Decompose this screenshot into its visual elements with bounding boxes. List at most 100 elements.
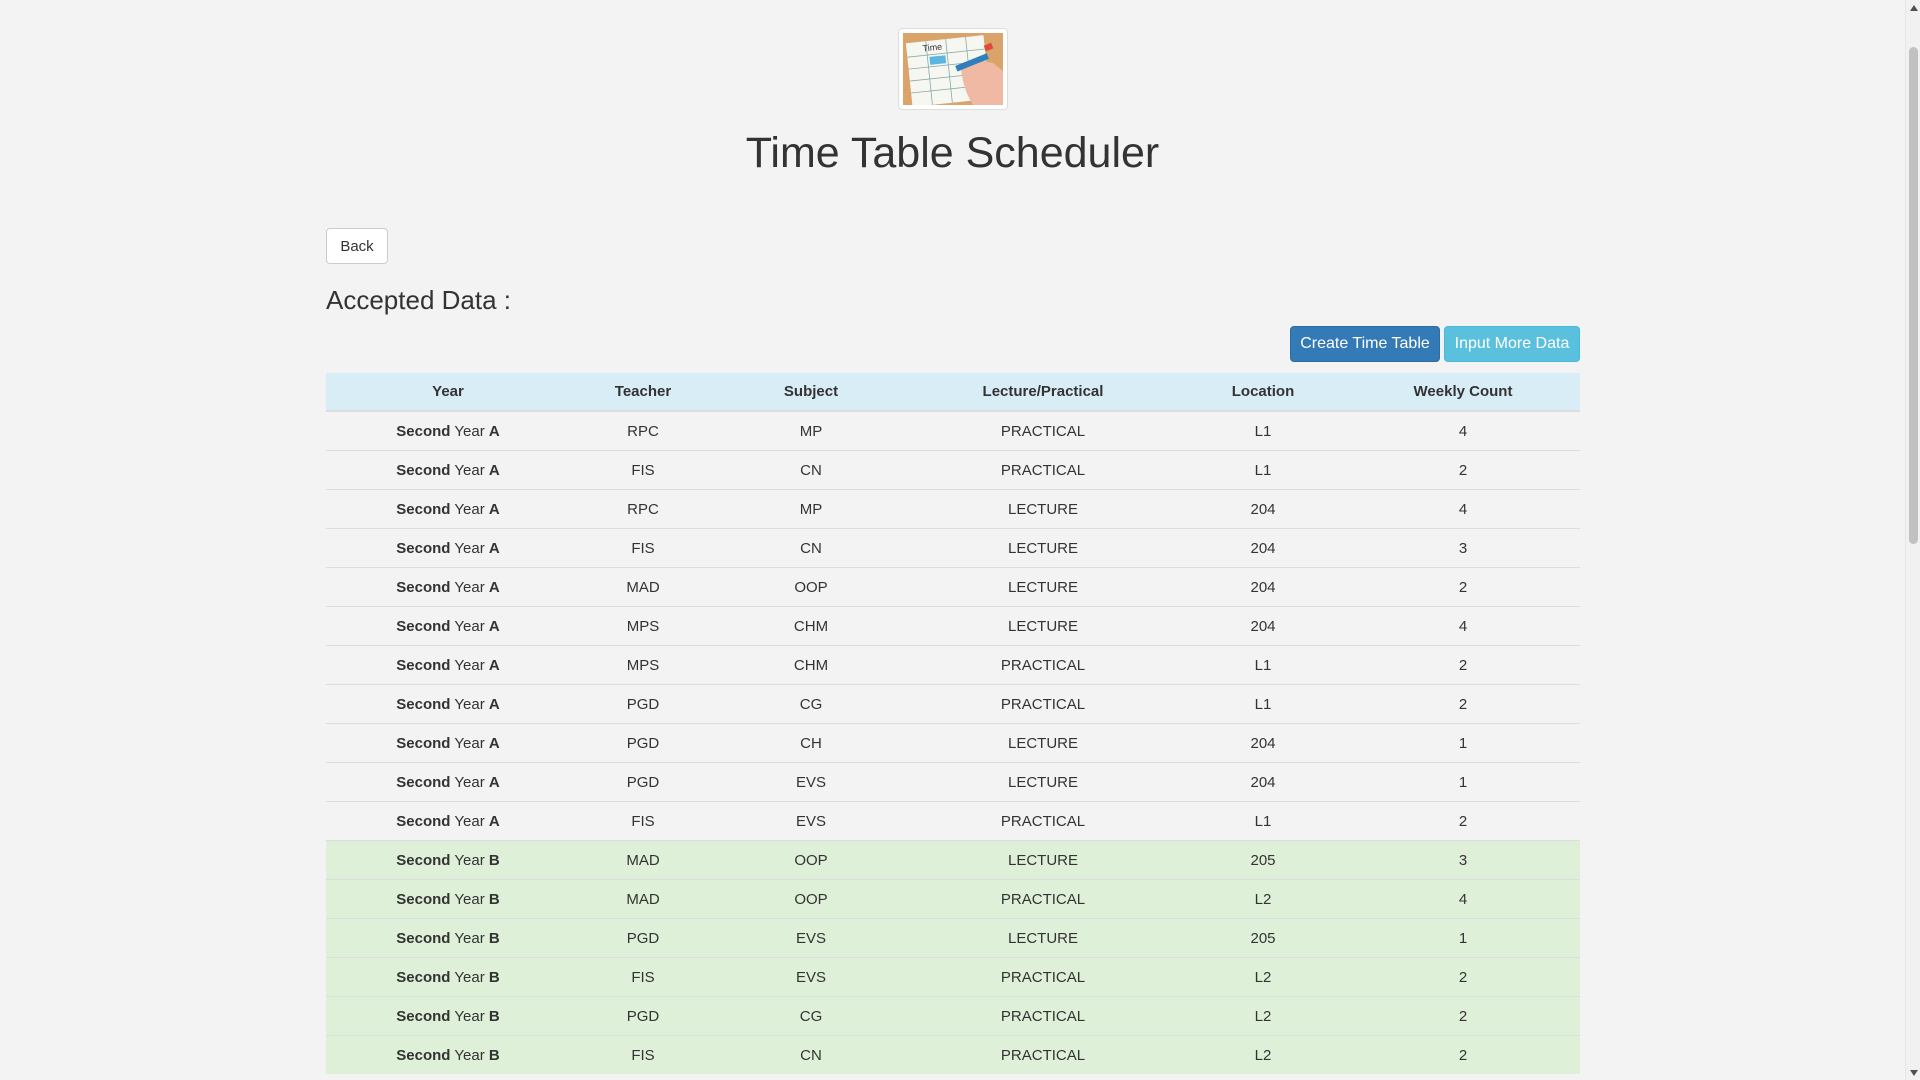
cell-lecture-practical: LECTURE — [906, 840, 1180, 880]
cell-location: 204 — [1180, 528, 1346, 568]
cell-weekly-count: 2 — [1346, 645, 1580, 685]
cell-teacher: MAD — [570, 567, 716, 607]
table-row: Second Year B FIS CN PRACTICAL L2 2 — [326, 1035, 1580, 1074]
cell-teacher: PGD — [570, 918, 716, 958]
year-prefix: Second — [396, 890, 451, 908]
cell-location: 205 — [1180, 918, 1346, 958]
page-title: Time Table Scheduler — [745, 129, 1160, 177]
cell-subject: CHM — [716, 606, 906, 646]
table-row: Second Year A RPC MP LECTURE 204 4 — [326, 489, 1580, 529]
cell-teacher: PGD — [570, 723, 716, 763]
input-more-data-button[interactable]: Input More Data — [1444, 326, 1580, 362]
cell-lecture-practical: LECTURE — [906, 567, 1180, 607]
cell-lecture-practical: LECTURE — [906, 762, 1180, 802]
year-word: Year — [454, 539, 485, 557]
table-row: Second Year A FIS CN PRACTICAL L1 2 — [326, 450, 1580, 490]
year-word: Year — [454, 656, 485, 674]
cell-subject: CG — [716, 684, 906, 724]
year-prefix: Second — [396, 773, 451, 791]
cell-lecture-practical: PRACTICAL — [906, 645, 1180, 685]
cell-location: 204 — [1180, 489, 1346, 529]
cell-year: Second Year A — [326, 528, 570, 568]
cell-teacher: FIS — [570, 801, 716, 841]
back-button[interactable]: Back — [326, 228, 388, 264]
section-title: Accepted Data : — [326, 285, 511, 315]
cell-year: Second Year A — [326, 762, 570, 802]
cell-weekly-count: 3 — [1346, 528, 1580, 568]
year-word: Year — [454, 890, 485, 908]
year-division: A — [488, 617, 500, 635]
year-prefix: Second — [396, 929, 451, 947]
year-division: B — [488, 851, 500, 869]
year-prefix: Second — [396, 812, 451, 830]
year-division: B — [488, 968, 500, 986]
cell-year: Second Year A — [326, 410, 570, 451]
year-division: B — [488, 1046, 500, 1064]
cell-year: Second Year B — [326, 840, 570, 880]
cell-lecture-practical: PRACTICAL — [906, 801, 1180, 841]
scrollbar-thumb[interactable] — [1909, 47, 1918, 544]
vertical-scrollbar[interactable] — [1905, 0, 1920, 1080]
cell-teacher: MAD — [570, 840, 716, 880]
cell-subject: CN — [716, 528, 906, 568]
table-row: Second Year A PGD EVS LECTURE 204 1 — [326, 762, 1580, 802]
cell-year: Second Year B — [326, 918, 570, 958]
cell-lecture-practical: LECTURE — [906, 918, 1180, 958]
table-row: Second Year A MPS CHM LECTURE 204 4 — [326, 606, 1580, 646]
table-row: Second Year A MPS CHM PRACTICAL L1 2 — [326, 645, 1580, 685]
year-prefix: Second — [396, 539, 451, 557]
year-word: Year — [454, 851, 485, 869]
table-row: Second Year A RPC MP PRACTICAL L1 4 — [326, 410, 1580, 451]
cell-weekly-count: 1 — [1346, 762, 1580, 802]
cell-teacher: FIS — [570, 528, 716, 568]
column-header-weekly-count: Weekly Count — [1346, 373, 1580, 412]
scroll-up-arrow-icon[interactable] — [1906, 0, 1920, 15]
cell-weekly-count: 1 — [1346, 723, 1580, 763]
cell-weekly-count: 2 — [1346, 1035, 1580, 1074]
cell-subject: OOP — [716, 879, 906, 919]
cell-lecture-practical: LECTURE — [906, 489, 1180, 529]
year-prefix: Second — [396, 461, 451, 479]
year-division: B — [488, 1007, 500, 1025]
scroll-down-arrow-icon[interactable] — [1906, 1065, 1920, 1080]
table-row: Second Year B FIS EVS PRACTICAL L2 2 — [326, 957, 1580, 997]
cell-location: L2 — [1180, 957, 1346, 997]
year-word: Year — [454, 500, 485, 518]
year-word: Year — [454, 1046, 485, 1064]
year-prefix: Second — [396, 695, 451, 713]
cell-subject: CG — [716, 996, 906, 1036]
year-word: Year — [454, 617, 485, 635]
year-word: Year — [454, 1007, 485, 1025]
cell-teacher: FIS — [570, 957, 716, 997]
cell-subject: CH — [716, 723, 906, 763]
cell-weekly-count: 2 — [1346, 801, 1580, 841]
cell-teacher: PGD — [570, 684, 716, 724]
cell-location: L2 — [1180, 1035, 1346, 1074]
year-word: Year — [454, 812, 485, 830]
cell-lecture-practical: PRACTICAL — [906, 996, 1180, 1036]
year-word: Year — [454, 422, 485, 440]
cell-teacher: RPC — [570, 489, 716, 529]
table-row: Second Year A PGD CH LECTURE 204 1 — [326, 723, 1580, 763]
year-prefix: Second — [396, 422, 451, 440]
year-division: A — [488, 734, 500, 752]
year-prefix: Second — [396, 1007, 451, 1025]
cell-subject: CN — [716, 450, 906, 490]
table-row: Second Year A PGD CG PRACTICAL L1 2 — [326, 684, 1580, 724]
create-time-table-button[interactable]: Create Time Table — [1290, 326, 1440, 362]
cell-year: Second Year A — [326, 723, 570, 763]
cell-location: L1 — [1180, 684, 1346, 724]
cell-teacher: PGD — [570, 996, 716, 1036]
cell-weekly-count: 3 — [1346, 840, 1580, 880]
year-division: A — [488, 539, 500, 557]
year-word: Year — [454, 734, 485, 752]
cell-year: Second Year A — [326, 567, 570, 607]
year-prefix: Second — [396, 578, 451, 596]
cell-location: L2 — [1180, 996, 1346, 1036]
year-word: Year — [454, 578, 485, 596]
cell-teacher: MPS — [570, 606, 716, 646]
cell-subject: EVS — [716, 762, 906, 802]
year-word: Year — [454, 461, 485, 479]
table-row: Second Year B PGD EVS LECTURE 205 1 — [326, 918, 1580, 958]
table-header-row: Year Teacher Subject Lecture/Practical L… — [326, 373, 1580, 412]
